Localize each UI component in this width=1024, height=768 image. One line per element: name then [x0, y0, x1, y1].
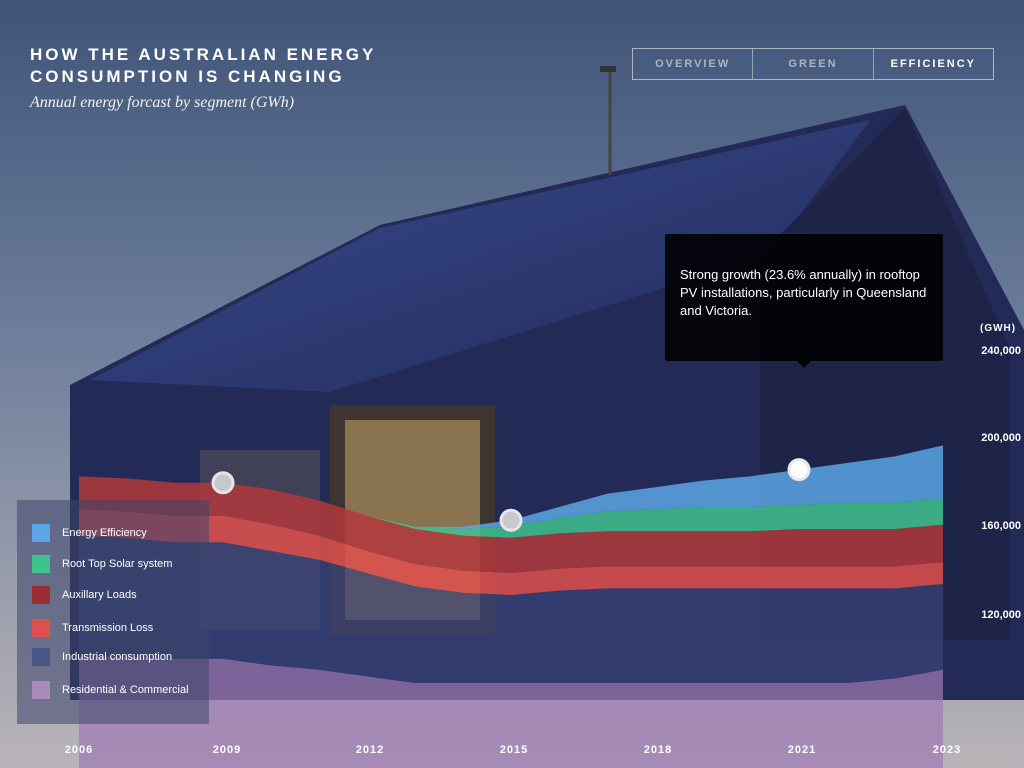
data-point-marker[interactable] — [499, 508, 523, 532]
view-tabs: OVERVIEW GREEN EFFICIENCY — [632, 48, 994, 80]
legend-swatch — [32, 555, 50, 573]
legend-swatch — [32, 524, 50, 542]
legend-label: Energy Efficiency — [62, 527, 147, 539]
legend-swatch — [32, 619, 50, 637]
x-tick-label: 2012 — [355, 744, 385, 756]
x-tick-label: 2023 — [932, 744, 962, 756]
legend-label: Root Top Solar system — [62, 558, 173, 570]
legend-item-energy-efficiency[interactable]: Energy Efficiency — [32, 523, 147, 543]
x-tick-label: 2009 — [212, 744, 242, 756]
x-tick-label: 2006 — [64, 744, 94, 756]
y-axis-unit: (GWH) — [980, 323, 1017, 334]
legend-item-residential-commercial[interactable]: Residential & Commercial — [32, 680, 189, 700]
tab-efficiency[interactable]: EFFICIENCY — [874, 49, 993, 79]
legend-item-transmission-loss[interactable]: Transmission Loss — [32, 618, 153, 638]
page-subtitle: Annual energy forcast by segment (GWh) — [30, 94, 295, 111]
chart-tooltip: Strong growth (23.6% annually) in roofto… — [665, 234, 943, 368]
legend-swatch — [32, 648, 50, 666]
x-tick-label: 2021 — [787, 744, 817, 756]
y-tick-label: 120,000 — [981, 609, 1021, 621]
legend-swatch — [32, 681, 50, 699]
legend-label: Industrial consumption — [62, 651, 173, 663]
y-tick-label: 240,000 — [981, 345, 1021, 357]
page-title: HOW THE AUSTRALIAN ENERGY CONSUMPTION IS… — [30, 44, 376, 88]
tab-green[interactable]: GREEN — [753, 49, 874, 79]
legend-label: Residential & Commercial — [62, 684, 189, 696]
legend-item-auxillary-loads[interactable]: Auxillary Loads — [32, 585, 137, 605]
legend-item-root-top-solar[interactable]: Root Top Solar system — [32, 554, 172, 574]
legend-label: Auxillary Loads — [62, 589, 137, 601]
title-line-1: HOW THE AUSTRALIAN ENERGY — [30, 45, 377, 64]
legend-item-industrial-consumption[interactable]: Industrial consumption — [32, 647, 172, 667]
x-tick-label: 2018 — [643, 744, 673, 756]
data-point-marker[interactable] — [787, 458, 811, 482]
data-point-marker[interactable] — [211, 471, 235, 495]
chart-legend: Energy Efficiency Root Top Solar system … — [17, 500, 209, 724]
tab-overview[interactable]: OVERVIEW — [633, 49, 754, 79]
tooltip-text: Strong growth (23.6% annually) in roofto… — [680, 267, 927, 318]
legend-label: Transmission Loss — [62, 622, 154, 634]
y-tick-label: 200,000 — [981, 432, 1021, 444]
y-tick-label: 160,000 — [981, 520, 1021, 532]
title-line-2: CONSUMPTION IS CHANGING — [30, 67, 345, 86]
x-tick-label: 2015 — [499, 744, 529, 756]
legend-swatch — [32, 586, 50, 604]
